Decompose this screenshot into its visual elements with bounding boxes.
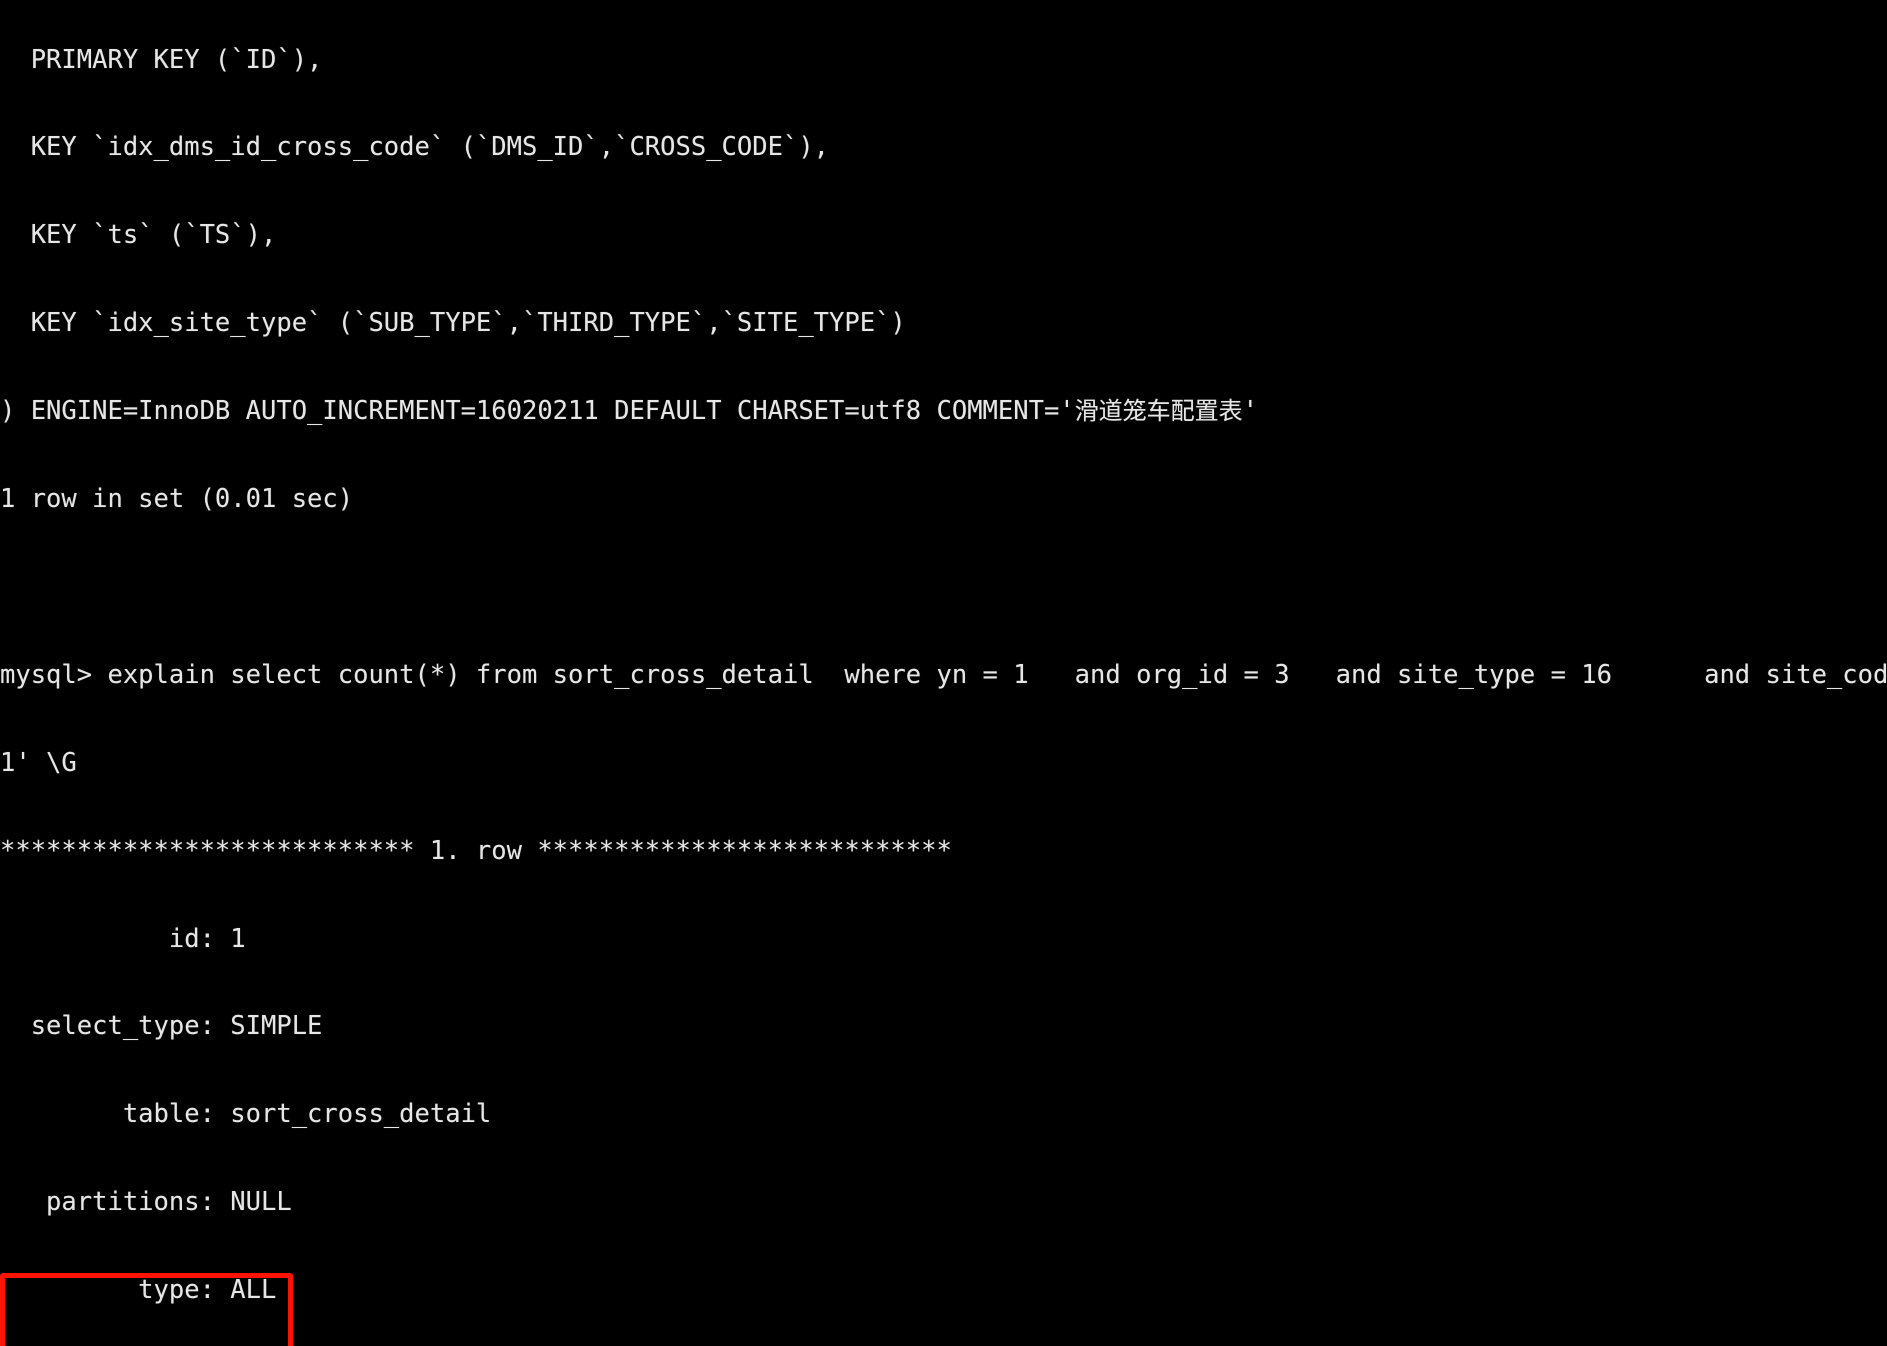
terminal-output: PRIMARY KEY (`ID`), KEY `idx_dms_id_cros… — [0, 0, 1887, 1346]
field-id: id: 1 — [0, 923, 246, 954]
output-line: KEY `idx_site_type` (`SUB_TYPE`,`THIRD_T… — [0, 308, 906, 339]
field-type: type: ALL — [0, 1275, 277, 1306]
output-line: KEY `ts` (`TS`), — [0, 220, 277, 251]
field-select-type: select_type: SIMPLE — [0, 1011, 323, 1042]
field-table: table: sort_cross_detail — [0, 1099, 492, 1130]
explain-command-continuation: 1' \G — [0, 747, 77, 778]
row-separator-line: *************************** 1. row *****… — [0, 835, 952, 866]
status-line-first: 1 row in set (0.01 sec) — [0, 484, 354, 515]
field-partitions: partitions: NULL — [0, 1187, 292, 1218]
output-line: KEY `idx_dms_id_cross_code` (`DMS_ID`,`C… — [0, 132, 830, 163]
output-line: PRIMARY KEY (`ID`), — [0, 44, 323, 75]
table-comment-cjk: 滑道笼车配置表 — [1074, 397, 1243, 426]
create-table-options-line: ) ENGINE=InnoDB AUTO_INCREMENT=16020211 … — [0, 396, 1259, 427]
terminal-window[interactable]: PRIMARY KEY (`ID`), KEY `idx_dms_id_cros… — [0, 0, 1887, 1346]
explain-command-line: mysql> explain select count(*) from sort… — [0, 659, 1887, 690]
